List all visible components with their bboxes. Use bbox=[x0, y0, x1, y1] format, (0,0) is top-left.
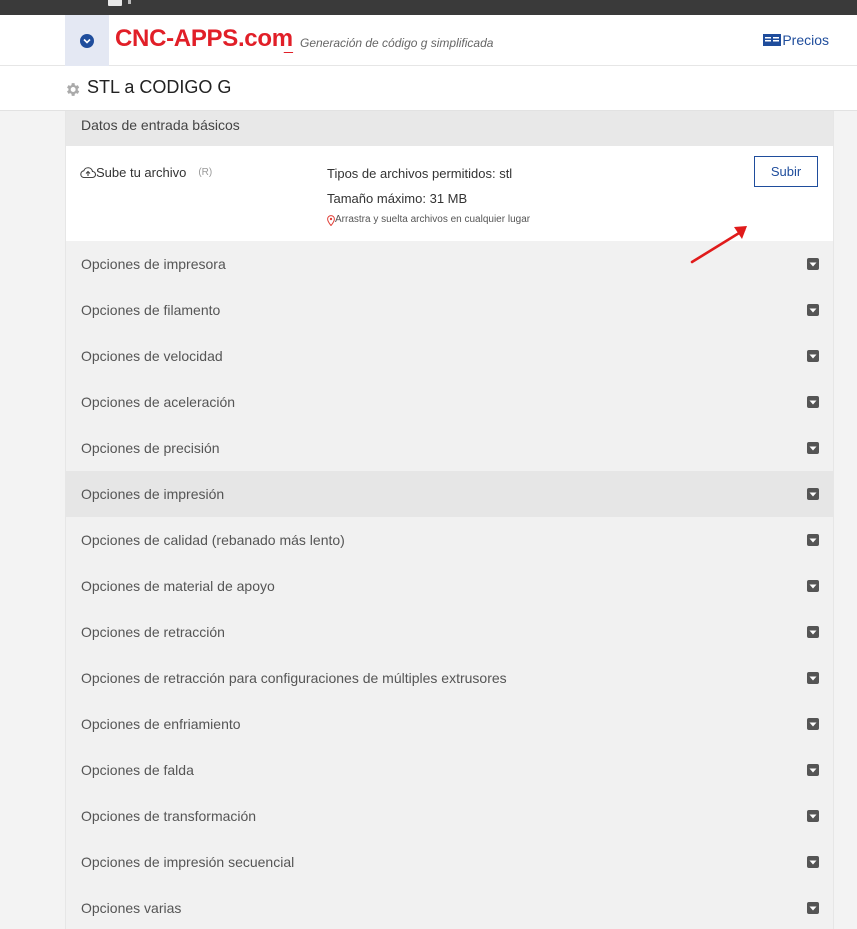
options-panel: Datos de entrada básicos Sube tu archivo… bbox=[65, 111, 834, 929]
caret-square-down-icon[interactable] bbox=[807, 580, 819, 592]
accordion-row[interactable]: Opciones de retracción bbox=[66, 609, 833, 655]
accordion-row-label: Opciones de impresión secuencial bbox=[81, 854, 295, 870]
accordion-row-label: Opciones de filamento bbox=[81, 302, 221, 318]
brand-separator: _ bbox=[284, 37, 293, 54]
caret-square-down-icon[interactable] bbox=[807, 488, 819, 500]
page-title-bar: STL a CODIGO G bbox=[0, 66, 857, 111]
accordion-row[interactable]: Opciones de impresión bbox=[66, 471, 833, 517]
accordion-row-label: Opciones de velocidad bbox=[81, 348, 223, 364]
caret-square-down-icon[interactable] bbox=[807, 396, 819, 408]
accordion-row-label: Opciones de material de apoyo bbox=[81, 578, 275, 594]
caret-square-down-icon[interactable] bbox=[807, 304, 819, 316]
accordion-row[interactable]: Opciones de impresión secuencial bbox=[66, 839, 833, 885]
basic-input-section-header: Datos de entrada básicos bbox=[66, 111, 833, 146]
map-pin-icon bbox=[327, 214, 335, 226]
accordion-row-label: Opciones de impresión bbox=[81, 486, 225, 502]
file-upload-label[interactable]: Sube tu archivo (R) bbox=[80, 165, 212, 180]
upload-button[interactable]: Subir bbox=[754, 156, 818, 187]
accordion-row-label: Opciones de enfriamiento bbox=[81, 716, 241, 732]
top-strip-dot bbox=[128, 0, 131, 4]
upload-info: Tipos de archivos permitidos: stl Tamaño… bbox=[327, 161, 530, 227]
top-strip-mark bbox=[108, 0, 122, 6]
cloud-upload-icon bbox=[80, 167, 96, 179]
allowed-file-types: Tipos de archivos permitidos: stl bbox=[327, 166, 513, 181]
drag-drop-text: Arrastra y suelta archivos en cualquier … bbox=[335, 214, 531, 225]
accordion-row[interactable]: Opciones de falda bbox=[66, 747, 833, 793]
browser-top-strip bbox=[0, 0, 857, 15]
accordion-row[interactable]: Opciones de velocidad bbox=[66, 333, 833, 379]
menu-toggle-button[interactable] bbox=[65, 15, 109, 66]
gear-icon bbox=[67, 83, 80, 96]
accordion-row-label: Opciones de transformación bbox=[81, 808, 257, 824]
accordion-row-label: Opciones de falda bbox=[81, 762, 194, 778]
accordion-row[interactable]: Opciones de aceleración bbox=[66, 379, 833, 425]
max-file-size: Tamaño máximo: 31 MB bbox=[327, 191, 468, 206]
required-marker: (R) bbox=[198, 167, 213, 178]
accordion-row[interactable]: Opciones varias bbox=[66, 885, 833, 929]
caret-square-down-icon[interactable] bbox=[807, 718, 819, 730]
caret-square-down-icon[interactable] bbox=[807, 258, 819, 270]
caret-square-down-icon[interactable] bbox=[807, 856, 819, 868]
caret-square-down-icon[interactable] bbox=[807, 902, 819, 914]
caret-square-down-icon[interactable] bbox=[807, 350, 819, 362]
chevron-down-circle-icon bbox=[80, 33, 94, 48]
drag-drop-hint: Arrastra y suelta archivos en cualquier … bbox=[327, 213, 530, 227]
accordion-row[interactable]: Opciones de impresora bbox=[66, 241, 833, 287]
site-header: CNC-APPS.com _ Generación de código g si… bbox=[0, 15, 857, 66]
options-accordion: Opciones de impresora Opciones de filamen… bbox=[66, 241, 833, 929]
accordion-row[interactable]: Opciones de filamento bbox=[66, 287, 833, 333]
accordion-row[interactable]: Opciones de precisión bbox=[66, 425, 833, 471]
accordion-row-label: Opciones de retracción para configuracio… bbox=[81, 670, 507, 686]
caret-square-down-icon[interactable] bbox=[807, 764, 819, 776]
caret-square-down-icon[interactable] bbox=[807, 672, 819, 684]
caret-square-down-icon[interactable] bbox=[807, 626, 819, 638]
accordion-row[interactable]: Opciones de transformación bbox=[66, 793, 833, 839]
pricing-label: Precios bbox=[782, 32, 829, 48]
file-upload-row: Sube tu archivo (R) Tipos de archivos pe… bbox=[66, 146, 833, 264]
page-title: STL a CODIGO G bbox=[87, 77, 232, 97]
site-logo[interactable]: CNC-APPS.com bbox=[115, 25, 293, 53]
accordion-row-label: Opciones de impresora bbox=[81, 256, 226, 272]
accordion-row[interactable]: Opciones de retracción para configuracio… bbox=[66, 655, 833, 701]
accordion-row[interactable]: Opciones de enfriamiento bbox=[66, 701, 833, 747]
pricing-link[interactable]: Precios bbox=[763, 32, 829, 48]
file-upload-text: Sube tu archivo bbox=[96, 165, 187, 180]
caret-square-down-icon[interactable] bbox=[807, 442, 819, 454]
accordion-row-label: Opciones de calidad (rebanado más lento) bbox=[81, 532, 345, 548]
accordion-row-label: Opciones de aceleración bbox=[81, 394, 236, 410]
caret-square-down-icon[interactable] bbox=[807, 810, 819, 822]
price-list-icon bbox=[763, 34, 782, 46]
accordion-row[interactable]: Opciones de material de apoyo bbox=[66, 563, 833, 609]
accordion-row-label: Opciones de retracción bbox=[81, 624, 225, 640]
accordion-row-label: Opciones de precisión bbox=[81, 440, 220, 456]
accordion-row[interactable]: Opciones de calidad (rebanado más lento) bbox=[66, 517, 833, 563]
accordion-row-label: Opciones varias bbox=[81, 900, 182, 916]
caret-square-down-icon[interactable] bbox=[807, 534, 819, 546]
site-tagline: Generación de código g simplificada bbox=[300, 36, 494, 50]
